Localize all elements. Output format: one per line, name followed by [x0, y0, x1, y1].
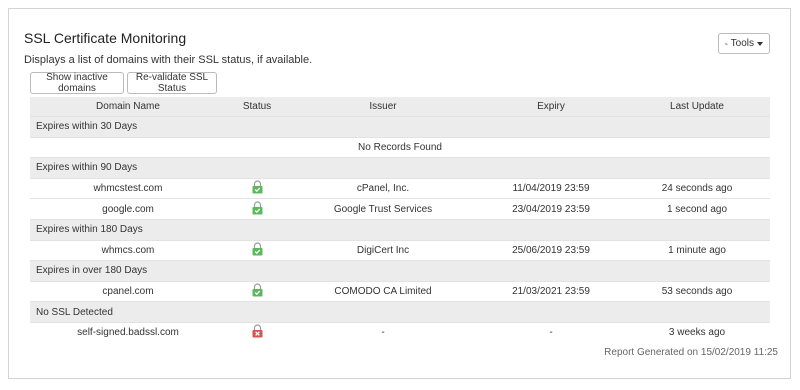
domain-cell: whmcstest.com: [30, 177, 226, 199]
status-cell: [226, 280, 288, 302]
lock-closed-icon[interactable]: [251, 201, 264, 218]
column-header-expiry[interactable]: Expiry: [478, 97, 624, 117]
table-row: whmcs.com DigiCert Inc 25/06/2019 23:59 1 m…: [30, 239, 770, 261]
last-update-cell: 1 minute ago: [624, 239, 770, 261]
ssl-status-table: Domain Name Status Issuer Expiry Last Up…: [30, 97, 770, 343]
lock-closed-icon[interactable]: [251, 180, 264, 197]
status-cell: [226, 177, 288, 199]
table-row: self-signed.badssl.com - -3 weeks ago: [30, 321, 770, 343]
expiry-cell: 25/06/2019 23:59: [478, 239, 624, 261]
group-label: No SSL Detected: [30, 301, 770, 323]
expiry-cell: 23/04/2019 23:59: [478, 198, 624, 220]
last-update-cell: 3 weeks ago: [624, 321, 770, 343]
group-label: Expires in over 180 Days: [30, 260, 770, 282]
last-update-cell: 24 seconds ago: [624, 177, 770, 199]
group-label: Expires within 90 Days: [30, 157, 770, 179]
group-header-row: Expires within 180 Days: [30, 218, 770, 241]
column-header-domain[interactable]: Domain Name: [30, 97, 226, 117]
domain-cell: self-signed.badssl.com: [30, 321, 226, 343]
status-cell: [226, 239, 288, 261]
issuer-cell: cPanel, Inc.: [288, 177, 478, 199]
table-row: google.com Google Trust Services 23/04/201…: [30, 198, 770, 220]
column-header-status[interactable]: Status: [226, 97, 288, 117]
last-update-cell: 1 second ago: [624, 198, 770, 220]
issuer-cell: -: [288, 321, 478, 343]
issuer-cell: COMODO CA Limited: [288, 280, 478, 302]
group-header-row: No SSL Detected: [30, 301, 770, 323]
group-label: Expires within 30 Days: [30, 116, 770, 138]
expiry-cell: 21/03/2021 23:59: [478, 280, 624, 302]
column-header-issuer[interactable]: Issuer: [288, 97, 478, 117]
domain-cell: google.com: [30, 198, 226, 220]
domain-cell: cpanel.com: [30, 280, 226, 302]
page-description: Displays a list of domains with their SS…: [24, 54, 313, 66]
issuer-cell: DigiCert Inc: [288, 239, 478, 261]
lock-closed-icon[interactable]: [251, 242, 264, 259]
report-generated-text: Report Generated on 15/02/2019 11:25: [604, 347, 778, 358]
column-header-last-update[interactable]: Last Update: [624, 97, 770, 117]
issuer-cell: Google Trust Services: [288, 198, 478, 220]
lock-error-icon[interactable]: [251, 324, 264, 341]
table-row: whmcstest.com cPanel, Inc. 11/04/2019 23:5…: [30, 177, 770, 199]
gear-icon: [725, 42, 728, 45]
page-title: SSL Certificate Monitoring: [24, 30, 187, 46]
tools-dropdown-button[interactable]: Tools: [718, 33, 770, 54]
group-header-row: Expires in over 180 Days: [30, 260, 770, 282]
group-label: Expires within 180 Days: [30, 218, 770, 241]
no-records-text: No Records Found: [30, 136, 770, 158]
tools-button-label: Tools: [730, 38, 754, 49]
expiry-cell: 11/04/2019 23:59: [478, 177, 624, 199]
show-inactive-domains-button[interactable]: Show inactive domains: [30, 72, 124, 94]
group-header-row: Expires within 90 Days: [30, 157, 770, 179]
last-update-cell: 53 seconds ago: [624, 280, 770, 302]
status-cell: [226, 198, 288, 220]
expiry-cell: -: [478, 321, 624, 343]
status-cell: [226, 321, 288, 343]
lock-closed-icon[interactable]: [251, 283, 264, 300]
table-row: cpanel.com COMODO CA Limited 21/03/2021 23…: [30, 280, 770, 302]
empty-row: No Records Found: [30, 136, 770, 158]
caret-down-icon: [757, 41, 763, 46]
group-header-row: Expires within 30 Days: [30, 116, 770, 138]
table-header-row: Domain Name Status Issuer Expiry Last Up…: [30, 97, 770, 117]
revalidate-ssl-button[interactable]: Re-validate SSL Status: [127, 72, 217, 94]
domain-cell: whmcs.com: [30, 239, 226, 261]
